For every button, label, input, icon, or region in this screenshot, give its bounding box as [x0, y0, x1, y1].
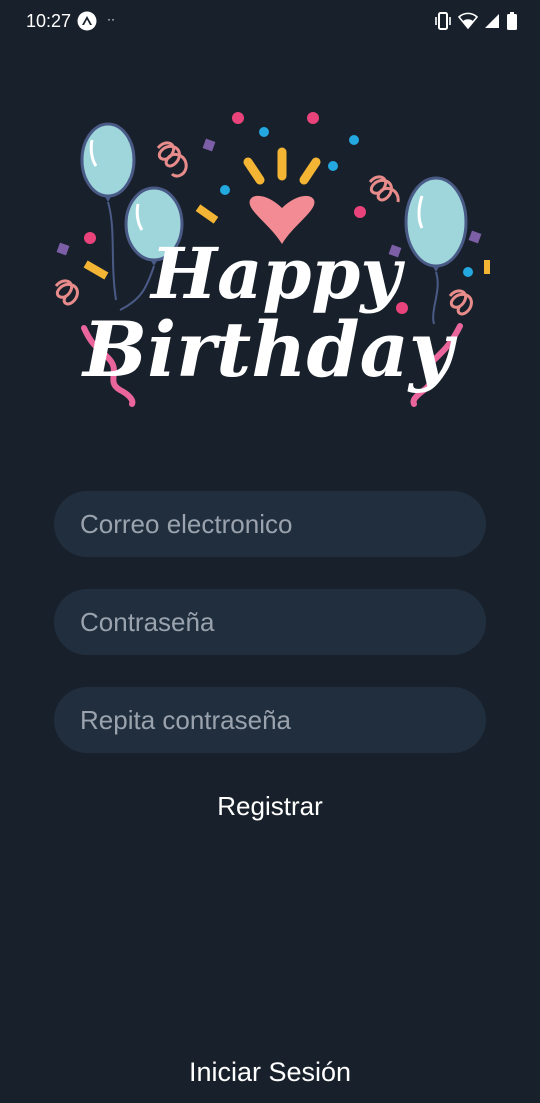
status-icons — [434, 11, 518, 31]
status-time: 10:27 — [26, 11, 72, 31]
banner-title-happy: Happy — [149, 232, 405, 315]
status-overflow: ·· — [107, 12, 115, 26]
login-link[interactable]: Iniciar Sesión — [150, 1050, 390, 1094]
battery-icon — [507, 12, 517, 30]
sparkle-rays — [243, 147, 321, 185]
wifi-icon — [458, 12, 478, 30]
signal-icon — [485, 14, 499, 28]
happy-birthday-banner: Happy Birthday — [54, 112, 490, 407]
balloon-icon — [404, 176, 468, 325]
repeat-password-field[interactable] — [54, 687, 486, 753]
status-bar: 10:27 ·· — [0, 0, 540, 44]
banner-title-birthday: Birthday — [81, 305, 458, 394]
vibrate-icon — [435, 12, 451, 30]
email-field[interactable] — [54, 491, 486, 557]
expo-icon — [77, 11, 97, 31]
register-button[interactable]: Registrar — [170, 782, 370, 830]
password-field[interactable] — [54, 589, 486, 655]
register-screen: 10:27 ·· Happy Birthday Correo electroni… — [0, 0, 540, 1103]
